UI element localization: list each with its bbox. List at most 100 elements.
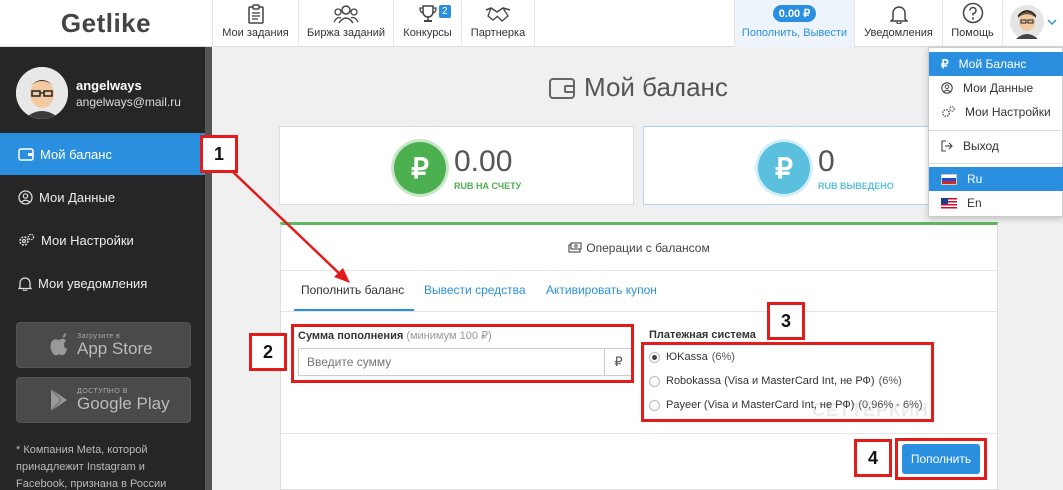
- wallet-icon: [549, 77, 575, 99]
- tab-withdraw[interactable]: Вывести средства: [424, 283, 526, 297]
- handshake-icon: [485, 7, 511, 22]
- payment-label: Платежная система: [649, 329, 756, 341]
- menu-item-label: Выход: [963, 139, 999, 153]
- sidebar-item-my-data[interactable]: Мои Данные: [0, 176, 205, 218]
- google-play-button[interactable]: ДОСТУПНО В Google Play: [16, 377, 191, 423]
- stat-label: RUB НА СЧЕТУ: [454, 181, 522, 191]
- highlight-box-submit: [895, 438, 987, 480]
- menu-item-label: En: [967, 196, 982, 210]
- tab-coupon[interactable]: Активировать купон: [546, 283, 657, 297]
- annotation-2: 2: [249, 333, 287, 371]
- tab-deposit[interactable]: Пополнить баланс: [301, 283, 404, 297]
- highlight-box-amount: [291, 324, 634, 383]
- money-icon: [568, 242, 582, 253]
- ruble-icon: ₽: [394, 142, 446, 194]
- stat-value: 0: [818, 145, 835, 178]
- sidebar-note: * Компания Meta, которой принадлежит Ins…: [16, 444, 167, 490]
- user-circle-icon: [941, 82, 953, 94]
- sidebar-scrollbar[interactable]: [205, 47, 212, 490]
- menu-item-lang-ru[interactable]: Ru: [929, 167, 1063, 191]
- stat-label: RUB ВЫВЕДЕНО: [818, 181, 894, 191]
- sidebar-item-label: Мои уведомления: [38, 275, 148, 291]
- user-circle-icon: [18, 189, 33, 205]
- user-name: angelways: [76, 77, 142, 93]
- stat-card-balance: ₽ 0.00 RUB НА СЧЕТУ: [279, 126, 634, 205]
- help-icon: [962, 2, 983, 24]
- nav-help[interactable]: Помощь: [942, 0, 1002, 47]
- sidebar-user: angelways angelways@mail.ru: [16, 67, 181, 119]
- active-tab-indicator: [294, 309, 414, 311]
- google-play-icon: [50, 388, 67, 412]
- menu-item-balance[interactable]: ₽ Мой Баланс: [929, 52, 1063, 76]
- operations-header: Операции с балансом: [281, 225, 997, 271]
- top-bar: Getlike Мои задания Биржа заданий 2 Конк…: [0, 0, 1063, 47]
- wallet-icon: [18, 148, 34, 161]
- logout-icon: [941, 140, 953, 152]
- page-title-text: Мой баланс: [584, 72, 728, 102]
- operations-title: Операции с балансом: [586, 240, 710, 255]
- nav-partners[interactable]: Партнерка: [461, 0, 535, 47]
- menu-item-lang-en[interactable]: En: [929, 191, 1063, 215]
- nav-contests-label: Конкурсы: [403, 27, 452, 39]
- annotation-3: 3: [767, 302, 805, 340]
- stat-value: 0.00: [454, 145, 513, 178]
- menu-item-label: Мои Настройки: [965, 105, 1051, 119]
- user-dropdown-menu: ₽ Мой Баланс Мои Данные Мои Настройки Вы…: [928, 47, 1063, 217]
- annotation-4: 4: [854, 439, 892, 477]
- people-icon: [333, 5, 359, 24]
- trophy-icon: [418, 5, 437, 22]
- menu-item-my-data[interactable]: Мои Данные: [929, 76, 1063, 100]
- sidebar-item-label: Мой баланс: [40, 146, 112, 162]
- page-title: Мой баланс: [548, 72, 728, 103]
- sidebar-item-label: Мои Данные: [39, 189, 116, 205]
- sidebar: angelways angelways@mail.ru Мой баланс М…: [0, 47, 212, 490]
- nav-help-label: Помощь: [951, 27, 994, 39]
- app-store-button[interactable]: Загрузите в App Store: [16, 322, 191, 368]
- bell-icon: [889, 6, 908, 24]
- nav-my-tasks[interactable]: Мои задания: [212, 0, 298, 47]
- nav-partners-label: Партнерка: [470, 27, 526, 39]
- sidebar-item-settings[interactable]: Мои Настройки: [0, 219, 205, 261]
- gears-icon: [942, 106, 955, 117]
- annotation-1: 1: [200, 135, 238, 173]
- nav-contests[interactable]: 2 Конкурсы: [393, 0, 461, 47]
- operations-tabs: Пополнить баланс Вывести средства Активи…: [281, 272, 997, 312]
- gears-icon: [19, 233, 35, 246]
- nav-task-exchange-label: Биржа заданий: [306, 27, 386, 39]
- menu-item-settings[interactable]: Мои Настройки: [929, 100, 1063, 124]
- divider: [281, 433, 997, 434]
- apple-icon: [50, 333, 67, 356]
- flag-us-icon: [941, 197, 957, 209]
- menu-item-label: Ru: [967, 172, 983, 186]
- nav-balance[interactable]: 0.00 ₽ Пополнить, Вывести: [734, 0, 854, 47]
- menu-item-label: Мой Баланс: [958, 57, 1027, 71]
- bell-icon: [18, 276, 32, 291]
- ruble-icon: ₽: [758, 142, 810, 194]
- sidebar-item-balance[interactable]: Мой баланс: [0, 133, 205, 175]
- avatar: [1009, 5, 1044, 39]
- clipboard-icon: [247, 4, 264, 24]
- logo[interactable]: Getlike: [0, 0, 212, 47]
- menu-item-logout[interactable]: Выход: [929, 134, 1063, 158]
- nav-task-exchange[interactable]: Биржа заданий: [298, 0, 393, 47]
- flag-ru-icon: [941, 173, 957, 185]
- nav-my-tasks-label: Мои задания: [222, 27, 289, 39]
- divider: [929, 163, 1063, 164]
- sidebar-item-notifications[interactable]: Мои уведомления: [0, 262, 205, 304]
- avatar: [16, 67, 68, 119]
- google-play-big: Google Play: [77, 393, 170, 413]
- highlight-box-payment: [641, 342, 934, 422]
- nav-user-menu[interactable]: [1002, 0, 1063, 47]
- user-email: angelways@mail.ru: [76, 94, 181, 109]
- nav-notifications[interactable]: Уведомления: [854, 0, 942, 47]
- app-store-big: App Store: [77, 338, 153, 358]
- nav-notifications-label: Уведомления: [864, 27, 933, 39]
- balance-amount: 0.00 ₽: [772, 5, 817, 22]
- ruble-icon: ₽: [941, 57, 949, 71]
- divider: [929, 130, 1063, 131]
- menu-item-label: Мои Данные: [963, 81, 1034, 95]
- chevron-down-icon: [1046, 19, 1057, 26]
- balance-actions-label: Пополнить, Вывести: [741, 27, 848, 39]
- sidebar-item-label: Мои Настройки: [41, 232, 134, 248]
- contests-badge: 2: [439, 5, 451, 18]
